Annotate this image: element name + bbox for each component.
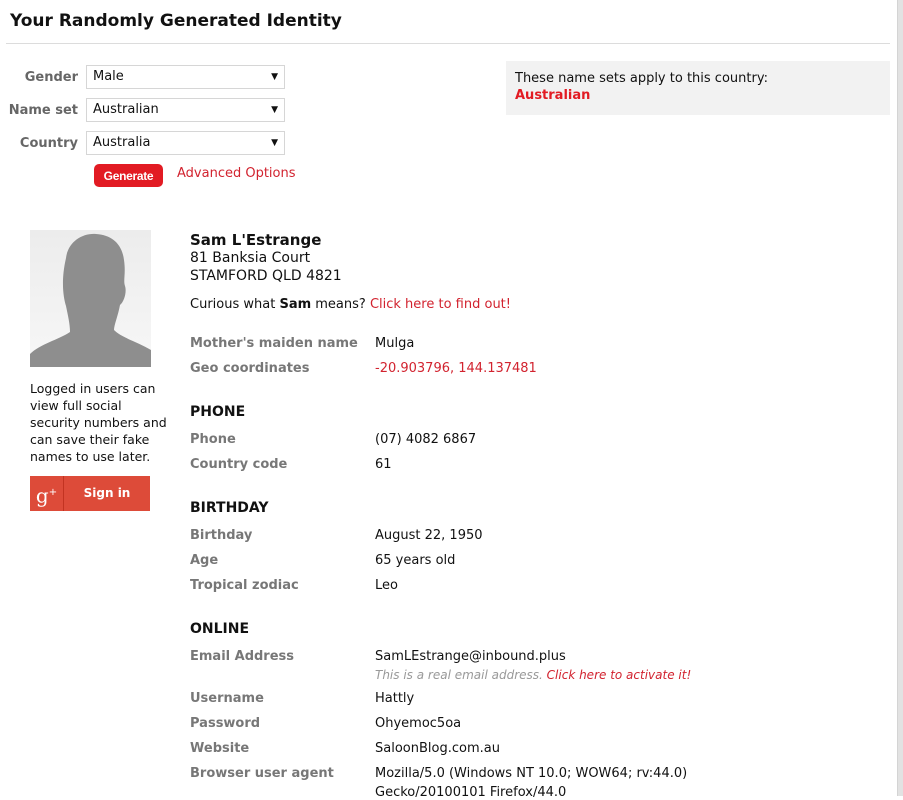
field-label: Geo coordinates bbox=[190, 361, 310, 376]
gender-select[interactable]: Male ▼ bbox=[86, 65, 285, 89]
address-line-2: STAMFORD QLD 4821 bbox=[190, 268, 342, 284]
gender-label: Gender bbox=[24, 69, 78, 85]
field-value: Hattly bbox=[375, 691, 415, 706]
country-select[interactable]: Australia ▼ bbox=[86, 131, 285, 155]
field-label: Username bbox=[190, 691, 264, 706]
country-value: Australia bbox=[93, 135, 151, 150]
title-divider bbox=[6, 43, 890, 44]
section-birthday-heading: BIRTHDAY bbox=[190, 500, 269, 516]
field-label: Age bbox=[190, 553, 219, 568]
info-text: These name sets apply to this country: bbox=[515, 71, 768, 86]
email-note: This is a real email address. Click here… bbox=[375, 668, 692, 682]
gender-value: Male bbox=[93, 69, 124, 84]
geo-coordinates-link[interactable]: -20.903796, 144.137481 bbox=[375, 361, 537, 376]
avatar bbox=[30, 230, 151, 367]
name-meaning-line: Curious what Sam means? Click here to fi… bbox=[190, 297, 511, 312]
google-signin-button[interactable]: g+ Sign in bbox=[30, 476, 150, 511]
generate-button[interactable]: Generate bbox=[94, 164, 163, 187]
field-label: Website bbox=[190, 741, 250, 756]
dropdown-arrow-icon: ▼ bbox=[271, 138, 278, 148]
first-name: Sam bbox=[279, 297, 312, 312]
field-label: Phone bbox=[190, 432, 236, 447]
field-value: 65 years old bbox=[375, 553, 456, 568]
field-label: Mother's maiden name bbox=[190, 336, 358, 351]
field-value: Ohyemoc5oa bbox=[375, 716, 462, 731]
field-value: Leo bbox=[375, 578, 398, 593]
identity-header: Sam L'Estrange 81 Banksia Court STAMFORD… bbox=[190, 231, 342, 285]
field-label: Browser user agent bbox=[190, 766, 334, 781]
dropdown-arrow-icon: ▼ bbox=[271, 72, 278, 82]
field-value: SaloonBlog.com.au bbox=[375, 741, 500, 756]
field-label: Country code bbox=[190, 457, 288, 472]
section-online-heading: ONLINE bbox=[190, 621, 250, 637]
advanced-options-link[interactable]: Advanced Options bbox=[177, 166, 296, 181]
email-value: SamLEstrange@inbound.plus bbox=[375, 649, 566, 664]
field-value: Mulga bbox=[375, 336, 415, 351]
field-value: 61 bbox=[375, 457, 392, 472]
login-note: Logged in users can view full social sec… bbox=[30, 381, 167, 464]
field-value: August 22, 1950 bbox=[375, 528, 483, 543]
field-value: (07) 4082 6867 bbox=[375, 432, 477, 447]
identity-name: Sam L'Estrange bbox=[190, 231, 322, 249]
name-meaning-link[interactable]: Click here to find out! bbox=[370, 297, 511, 312]
name-set-label: Name set bbox=[8, 102, 78, 118]
person-silhouette-icon bbox=[30, 233, 151, 367]
google-plus-icon: g+ bbox=[30, 476, 64, 511]
name-set-row: Name set Australian ▼ bbox=[0, 98, 285, 122]
dropdown-arrow-icon: ▼ bbox=[271, 105, 278, 115]
field-label: Email Address bbox=[190, 649, 295, 664]
field-value: Mozilla/5.0 (Windows NT 10.0; WOW64; rv:… bbox=[375, 766, 688, 781]
activate-email-link[interactable]: Click here to activate it! bbox=[547, 668, 692, 682]
name-set-info-box: These name sets apply to this country: A… bbox=[506, 61, 890, 115]
vertical-scrollbar[interactable] bbox=[897, 0, 903, 796]
address-line-1: 81 Banksia Court bbox=[190, 250, 311, 266]
section-phone-heading: PHONE bbox=[190, 404, 246, 420]
page-title: Your Randomly Generated Identity bbox=[10, 11, 342, 31]
name-set-value: Australian bbox=[93, 102, 159, 117]
country-row: Country Australia ▼ bbox=[0, 131, 285, 155]
field-label: Birthday bbox=[190, 528, 253, 543]
user-agent-line-2: Gecko/20100101 Firefox/44.0 bbox=[375, 785, 567, 800]
field-label: Password bbox=[190, 716, 261, 731]
signin-label: Sign in bbox=[83, 486, 131, 500]
name-set-select[interactable]: Australian ▼ bbox=[86, 98, 285, 122]
gender-row: Gender Male ▼ bbox=[0, 65, 285, 89]
info-country: Australian bbox=[515, 88, 591, 103]
country-label: Country bbox=[19, 135, 78, 151]
field-label: Tropical zodiac bbox=[190, 578, 299, 593]
